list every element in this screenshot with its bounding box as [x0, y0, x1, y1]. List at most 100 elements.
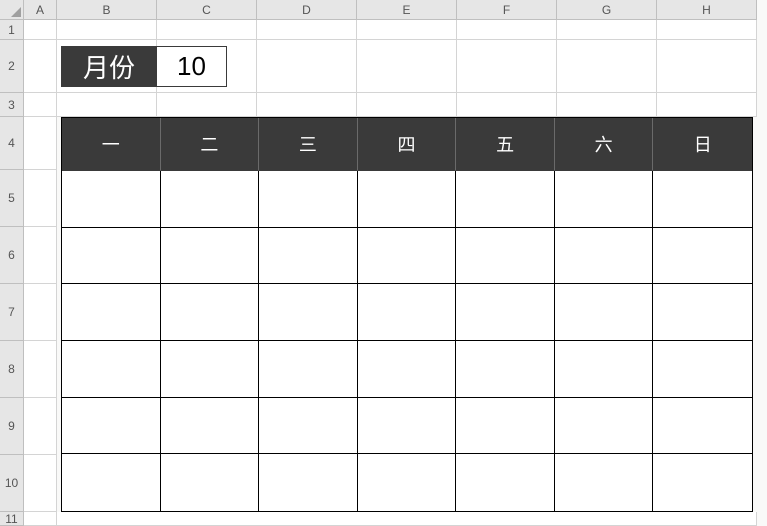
cell-H1[interactable] [657, 20, 757, 40]
cell-H3[interactable] [657, 93, 757, 117]
cal-cell-r1c5[interactable] [456, 171, 555, 228]
select-all-corner[interactable] [0, 0, 24, 20]
cell-F2[interactable] [457, 40, 557, 93]
cal-cell-r2c7[interactable] [653, 228, 752, 285]
row-head-7[interactable]: 7 [0, 284, 24, 341]
cal-cell-r6c5[interactable] [456, 454, 555, 511]
cal-cell-r1c1[interactable] [62, 171, 161, 228]
col-head-D[interactable]: D [257, 0, 357, 20]
cal-cell-r2c4[interactable] [358, 228, 457, 285]
row-head-10[interactable]: 10 [0, 455, 24, 512]
cell-A5[interactable] [24, 170, 57, 227]
cell-A11[interactable] [24, 512, 57, 526]
weekday-head-fri: 五 [456, 118, 555, 171]
cal-cell-r1c3[interactable] [259, 171, 358, 228]
cal-cell-r3c4[interactable] [358, 284, 457, 341]
cell-A2[interactable] [24, 40, 57, 93]
cal-cell-r5c3[interactable] [259, 398, 358, 455]
cal-cell-r4c4[interactable] [358, 341, 457, 398]
cal-cell-r6c7[interactable] [653, 454, 752, 511]
row-head-11[interactable]: 11 [0, 512, 24, 526]
col-head-H[interactable]: H [657, 0, 757, 20]
cal-cell-r1c2[interactable] [161, 171, 260, 228]
cal-cell-r2c2[interactable] [161, 228, 260, 285]
col-head-B[interactable]: B [57, 0, 157, 20]
cal-cell-r1c6[interactable] [555, 171, 654, 228]
spreadsheet-grid: A B C D E F G H 1 2 月份 10 3 4 5 6 7 8 9 … [0, 0, 757, 526]
cal-cell-r4c5[interactable] [456, 341, 555, 398]
cell-H2[interactable] [657, 40, 757, 93]
cal-cell-r5c4[interactable] [358, 398, 457, 455]
cell-A9[interactable] [24, 398, 57, 455]
cal-cell-r5c5[interactable] [456, 398, 555, 455]
cal-cell-r5c1[interactable] [62, 398, 161, 455]
month-label: 月份 [61, 46, 157, 87]
cal-cell-r4c7[interactable] [653, 341, 752, 398]
cal-cell-r5c6[interactable] [555, 398, 654, 455]
col-head-A[interactable]: A [24, 0, 57, 20]
month-value-cell[interactable]: 10 [157, 46, 227, 87]
col-head-C[interactable]: C [157, 0, 257, 20]
cell-F3[interactable] [457, 93, 557, 117]
cal-cell-r4c1[interactable] [62, 341, 161, 398]
cell-D2[interactable] [257, 40, 357, 93]
cell-E2[interactable] [357, 40, 457, 93]
cal-cell-r6c6[interactable] [555, 454, 654, 511]
cal-cell-r6c2[interactable] [161, 454, 260, 511]
cell-A1[interactable] [24, 20, 57, 40]
cell-C3[interactable] [157, 93, 257, 117]
cell-A4[interactable] [24, 117, 57, 170]
row-head-6[interactable]: 6 [0, 227, 24, 284]
row-head-8[interactable]: 8 [0, 341, 24, 398]
cell-B1[interactable] [57, 20, 157, 40]
cal-cell-r3c5[interactable] [456, 284, 555, 341]
col-head-E[interactable]: E [357, 0, 457, 20]
cal-cell-r2c3[interactable] [259, 228, 358, 285]
cal-cell-r6c4[interactable] [358, 454, 457, 511]
cell-D3[interactable] [257, 93, 357, 117]
weekday-head-sat: 六 [555, 118, 654, 171]
row-head-5[interactable]: 5 [0, 170, 24, 227]
cal-cell-r4c3[interactable] [259, 341, 358, 398]
cal-cell-r2c6[interactable] [555, 228, 654, 285]
cell-row11-rest[interactable] [57, 512, 757, 526]
cal-cell-r5c2[interactable] [161, 398, 260, 455]
row-head-2[interactable]: 2 [0, 40, 24, 93]
cal-cell-r3c3[interactable] [259, 284, 358, 341]
cell-G3[interactable] [557, 93, 657, 117]
cell-E1[interactable] [357, 20, 457, 40]
row-head-3[interactable]: 3 [0, 93, 24, 117]
cal-cell-r2c5[interactable] [456, 228, 555, 285]
cal-cell-r5c7[interactable] [653, 398, 752, 455]
cal-cell-r3c2[interactable] [161, 284, 260, 341]
cal-cell-r1c4[interactable] [358, 171, 457, 228]
row-head-1[interactable]: 1 [0, 20, 24, 40]
cal-cell-r4c2[interactable] [161, 341, 260, 398]
cal-cell-r4c6[interactable] [555, 341, 654, 398]
cal-cell-r3c1[interactable] [62, 284, 161, 341]
cell-E3[interactable] [357, 93, 457, 117]
cal-cell-r3c6[interactable] [555, 284, 654, 341]
cell-B3[interactable] [57, 93, 157, 117]
col-head-F[interactable]: F [457, 0, 557, 20]
row-head-4[interactable]: 4 [0, 117, 24, 170]
cal-cell-r3c7[interactable] [653, 284, 752, 341]
cell-A8[interactable] [24, 341, 57, 398]
row-head-9[interactable]: 9 [0, 398, 24, 455]
cell-A6[interactable] [24, 227, 57, 284]
cal-cell-r2c1[interactable] [62, 228, 161, 285]
weekday-head-thu: 四 [358, 118, 457, 171]
col-head-G[interactable]: G [557, 0, 657, 20]
cell-A3[interactable] [24, 93, 57, 117]
cell-G1[interactable] [557, 20, 657, 40]
cell-A10[interactable] [24, 455, 57, 512]
cal-cell-r6c1[interactable] [62, 454, 161, 511]
cal-cell-r6c3[interactable] [259, 454, 358, 511]
weekday-head-mon: 一 [62, 118, 161, 171]
cal-cell-r1c7[interactable] [653, 171, 752, 228]
cell-C1[interactable] [157, 20, 257, 40]
cell-D1[interactable] [257, 20, 357, 40]
cell-G2[interactable] [557, 40, 657, 93]
cell-A7[interactable] [24, 284, 57, 341]
cell-F1[interactable] [457, 20, 557, 40]
